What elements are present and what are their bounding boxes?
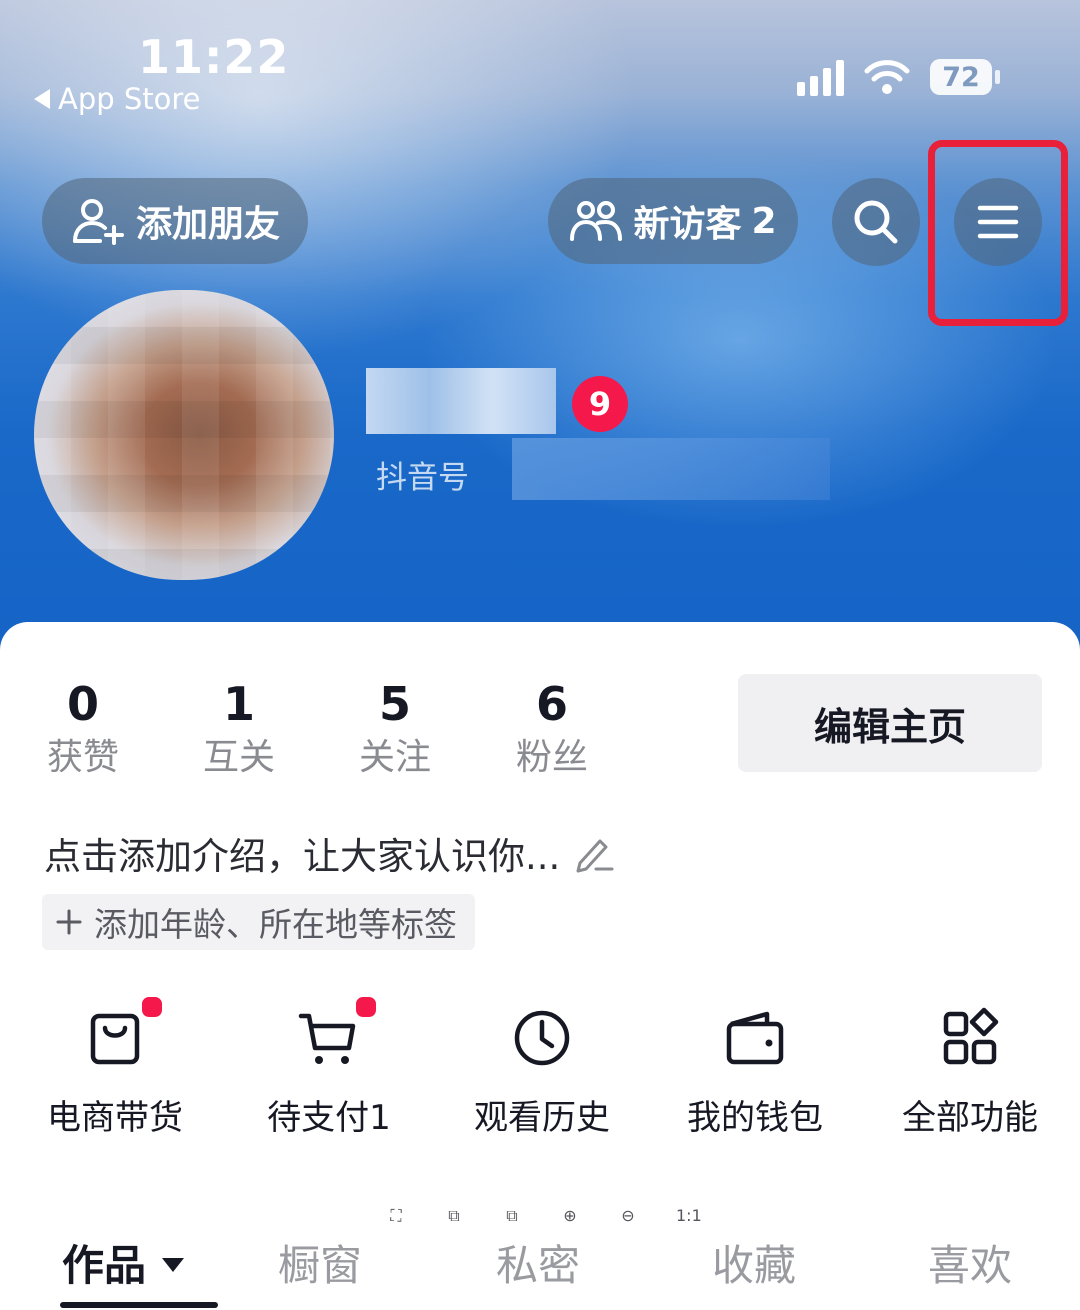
tab-label: 收藏 [712, 1241, 797, 1290]
tool-label: 电商带货 [47, 1098, 183, 1138]
tab-works[interactable]: 作品 [62, 1232, 185, 1293]
wallet-icon [726, 1011, 784, 1065]
stat-followers[interactable]: 6 粉丝 [497, 676, 607, 784]
new-dot [353, 994, 379, 1020]
add-tags-chip[interactable]: 添加年龄、所在地等标签 [42, 894, 475, 950]
douyin-id-blurred [512, 438, 830, 500]
back-arrow-icon [34, 89, 50, 109]
stat-label: 粉丝 [515, 737, 588, 778]
add-friend-icon [72, 199, 124, 245]
tool-pending-payment[interactable]: 待支付1 [244, 994, 414, 1139]
wifi-icon [864, 60, 910, 94]
grid-icon [943, 1007, 999, 1065]
battery-indicator: 72 [930, 59, 1000, 95]
tab-favorites[interactable]: 收藏 [712, 1232, 796, 1293]
add-friend-button[interactable]: 添加朋友 [42, 178, 308, 264]
new-visitors-button[interactable]: 新访客 2 [548, 178, 798, 264]
edit-profile-button[interactable]: 编辑主页 [738, 674, 1042, 772]
plus-icon [56, 909, 82, 935]
tab-label: 作品 [62, 1241, 147, 1290]
stat-label: 获赞 [46, 737, 119, 778]
stat-value: 0 [66, 677, 99, 731]
search-button[interactable] [832, 178, 920, 266]
tool-all-features[interactable]: 全部功能 [885, 1006, 1055, 1139]
rotate-left-icon[interactable]: ⧉ [444, 1206, 464, 1226]
viewer-toolbar: ⛶ ⧉ ⧉ ⊕ ⊖ 1:1 [386, 1206, 702, 1226]
tool-label: 观看历史 [474, 1098, 610, 1138]
bio-prompt[interactable]: 点击添加介绍，让大家认识你... [44, 826, 614, 880]
back-label: App Store [58, 82, 201, 116]
tab-label: 橱窗 [278, 1241, 363, 1290]
dropdown-caret-icon [162, 1257, 185, 1272]
fullscreen-icon[interactable]: ⛶ [386, 1206, 406, 1226]
add-friend-label: 添加朋友 [135, 204, 280, 245]
new-dot [139, 994, 165, 1020]
active-tab-indicator [60, 1302, 218, 1308]
stat-value: 5 [378, 677, 411, 731]
tool-label: 全部功能 [902, 1098, 1038, 1138]
back-to-app-store[interactable]: App Store [34, 82, 201, 116]
edit-pencil-icon [576, 839, 614, 873]
stat-value: 6 [535, 677, 568, 731]
tool-ecommerce[interactable]: 电商带货 [30, 994, 200, 1139]
username-blurred [366, 368, 556, 434]
status-time: 11:22 [138, 30, 290, 84]
stat-label: 关注 [358, 737, 431, 778]
cellular-signal-icon [797, 58, 844, 96]
menu-highlight-box [928, 140, 1068, 326]
tool-label: 待支付1 [267, 1098, 391, 1138]
stat-label: 互关 [202, 737, 275, 778]
tool-label: 我的钱包 [687, 1098, 823, 1138]
new-visitors-count: 2 [751, 200, 777, 242]
tab-showcase[interactable]: 橱窗 [278, 1232, 362, 1293]
stat-following[interactable]: 5 关注 [340, 676, 450, 784]
new-visitors-label: 新访客 [633, 204, 742, 245]
avatar[interactable] [34, 290, 334, 580]
tab-label: 喜欢 [928, 1241, 1013, 1290]
stat-value: 1 [222, 677, 255, 731]
tab-private[interactable]: 私密 [496, 1232, 580, 1293]
stat-mutual[interactable]: 1 互关 [184, 676, 294, 784]
notification-badge[interactable]: 9 [572, 376, 628, 432]
tab-label: 私密 [496, 1241, 581, 1290]
actual-size-icon[interactable]: 1:1 [676, 1206, 702, 1226]
cart-icon [298, 1013, 356, 1064]
tool-watch-history[interactable]: 观看历史 [457, 1006, 627, 1139]
zoom-out-icon[interactable]: ⊖ [618, 1206, 638, 1226]
content-tabs: 作品 橱窗 私密 收藏 喜欢 [0, 1232, 1080, 1292]
visitors-icon [570, 201, 623, 241]
rotate-right-icon[interactable]: ⧉ [502, 1206, 522, 1226]
clock-icon [514, 1010, 570, 1066]
tool-wallet[interactable]: 我的钱包 [670, 1006, 840, 1139]
stat-likes[interactable]: 0 获赞 [28, 676, 138, 784]
search-icon [854, 200, 898, 244]
bio-text: 点击添加介绍，让大家认识你... [44, 835, 561, 878]
status-indicators: 72 [797, 58, 1000, 96]
shopping-bag-icon [90, 1013, 140, 1065]
add-tags-label: 添加年龄、所在地等标签 [94, 905, 457, 944]
zoom-in-icon[interactable]: ⊕ [560, 1206, 580, 1226]
tab-likes[interactable]: 喜欢 [928, 1232, 1012, 1293]
douyin-id-label: 抖音号 [376, 460, 469, 496]
